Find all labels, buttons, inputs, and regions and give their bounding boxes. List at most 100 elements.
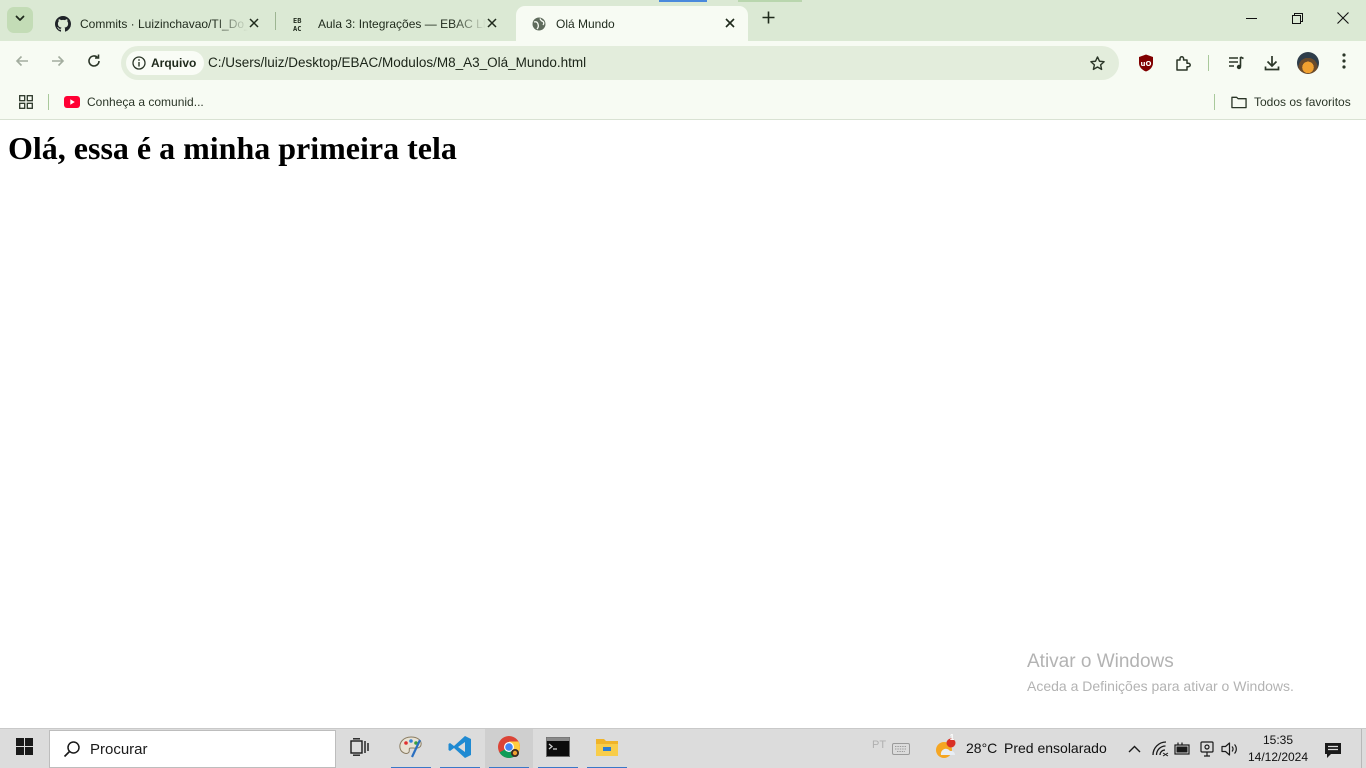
network-icon[interactable] xyxy=(1150,739,1170,759)
close-window-button[interactable] xyxy=(1320,0,1366,40)
svg-text:uO: uO xyxy=(1141,60,1152,68)
bookmark-label: Conheça a comunid... xyxy=(87,95,204,109)
taskbar-app-terminal[interactable] xyxy=(534,729,582,768)
youtube-icon xyxy=(64,94,80,110)
ublock-extension-icon[interactable]: uO xyxy=(1134,51,1158,75)
globe-icon xyxy=(530,15,548,33)
site-info-label: Arquivo xyxy=(151,56,197,70)
bookmarks-bar: Conheça a comunid... Todos os favoritos xyxy=(0,85,1366,120)
apps-grid-icon[interactable] xyxy=(16,92,36,112)
chrome-icon xyxy=(496,734,522,765)
reload-button[interactable] xyxy=(81,50,107,76)
task-view-button[interactable] xyxy=(336,729,384,768)
tab-title: Aula 3: Integrações — EBAC LMS xyxy=(318,16,486,31)
svg-text:EB: EB xyxy=(293,17,301,25)
watermark-subtitle: Aceda a Definições para ativar o Windows… xyxy=(1027,678,1294,694)
watermark-title: Ativar o Windows xyxy=(1027,651,1174,672)
paint-palette-icon xyxy=(398,735,424,764)
all-bookmarks-folder[interactable]: Todos os favoritos xyxy=(1225,90,1357,114)
battery-icon[interactable] xyxy=(1172,739,1192,759)
browser-toolbar: Arquivo C:/Users/luiz/Desktop/EBAC/Modul… xyxy=(0,41,1366,85)
close-icon[interactable] xyxy=(720,13,740,33)
restore-icon xyxy=(1291,11,1303,29)
url-text[interactable]: C:/Users/luiz/Desktop/EBAC/Modulos/M8_A3… xyxy=(208,46,586,80)
vscode-icon xyxy=(448,735,472,764)
weather-temperature[interactable]: 28°C xyxy=(966,740,997,756)
tab-title: Olá Mundo xyxy=(556,16,615,31)
start-button[interactable] xyxy=(0,729,48,768)
profile-avatar[interactable] xyxy=(1296,51,1320,75)
extensions-puzzle-icon[interactable] xyxy=(1171,51,1195,75)
notification-center-icon[interactable] xyxy=(1322,739,1344,761)
minimize-icon xyxy=(1245,11,1257,29)
taskbar-app-chrome[interactable] xyxy=(485,729,533,768)
taskbar-search-box[interactable]: Procurar xyxy=(49,730,336,768)
search-placeholder: Procurar xyxy=(90,740,148,758)
bookmarks-separator xyxy=(1214,94,1215,110)
close-icon xyxy=(1337,11,1349,29)
bookmark-youtube[interactable]: Conheça a comunid... xyxy=(58,90,210,114)
folder-icon xyxy=(595,737,619,762)
weather-alert-count: 1 xyxy=(949,733,955,742)
avatar-icon xyxy=(1297,52,1319,74)
device-icon[interactable] xyxy=(1197,739,1217,759)
taskbar-clock[interactable]: 15:35 14/12/2024 xyxy=(1244,732,1312,766)
close-icon[interactable] xyxy=(482,13,502,33)
reload-icon xyxy=(86,53,102,74)
page-heading: Olá, essa é a minha primeira tela xyxy=(8,130,457,166)
tab-ebac-lms[interactable]: EB AC Aula 3: Integrações — EBAC LMS xyxy=(278,6,510,41)
windows-taskbar: Procurar PT 1 28°C Pred ensolarado 15:35… xyxy=(0,728,1366,768)
new-tab-button[interactable] xyxy=(757,9,779,31)
ebac-icon: EB AC xyxy=(292,15,310,33)
tab-group-accent xyxy=(659,0,707,2)
all-bookmarks-label: Todos os favoritos xyxy=(1254,95,1351,109)
terminal-icon xyxy=(546,736,570,762)
close-icon[interactable] xyxy=(244,13,264,33)
minimize-button[interactable] xyxy=(1228,0,1274,40)
media-control-icon[interactable] xyxy=(1224,51,1248,75)
download-icon[interactable] xyxy=(1260,51,1284,75)
page-viewport: Olá, essa é a minha primeira tela Ativar… xyxy=(0,121,1366,728)
svg-text:AC: AC xyxy=(293,25,301,32)
tab-separator xyxy=(275,12,276,30)
restore-button[interactable] xyxy=(1274,0,1320,40)
arrow-right-icon xyxy=(50,53,66,74)
touch-keyboard-icon[interactable] xyxy=(891,739,911,759)
taskbar-app-paint[interactable] xyxy=(387,729,435,768)
browser-menu-button[interactable] xyxy=(1332,51,1356,75)
address-bar[interactable]: Arquivo C:/Users/luiz/Desktop/EBAC/Modul… xyxy=(121,46,1119,80)
task-view-icon xyxy=(350,737,370,761)
clock-date: 14/12/2024 xyxy=(1247,750,1309,764)
tab-ola-mundo[interactable]: Olá Mundo xyxy=(516,6,748,41)
show-desktop-button[interactable] xyxy=(1361,729,1366,768)
forward-button[interactable] xyxy=(45,50,71,76)
chevron-down-icon xyxy=(14,11,26,29)
arrow-left-icon xyxy=(14,53,30,74)
clock-time: 15:35 xyxy=(1262,733,1294,747)
github-icon xyxy=(54,15,72,33)
folder-icon xyxy=(1231,94,1247,110)
volume-icon[interactable] xyxy=(1220,739,1240,759)
taskbar-app-file-explorer[interactable] xyxy=(583,729,631,768)
site-info-chip[interactable]: Arquivo xyxy=(126,51,205,75)
tab-strip: Commits · Luizinchavao/TI_Do_Zero EBAC A… xyxy=(0,0,1366,41)
search-icon xyxy=(62,739,82,759)
taskbar-app-vscode[interactable] xyxy=(436,729,484,768)
weather-widget-icon[interactable] xyxy=(934,738,958,759)
windows-activation-watermark: Ativar o Windows Aceda a Definições para… xyxy=(1027,651,1294,697)
bookmarks-separator xyxy=(48,94,49,110)
weather-description[interactable]: Pred ensolarado xyxy=(1004,740,1107,756)
chevron-up-icon[interactable] xyxy=(1124,739,1144,759)
info-icon xyxy=(132,56,146,70)
windows-logo-icon xyxy=(15,738,33,760)
more-vertical-icon xyxy=(1342,52,1346,74)
tab-title: Commits · Luizinchavao/TI_Do_Zero xyxy=(80,16,248,31)
back-button[interactable] xyxy=(9,50,35,76)
tab-group-accent xyxy=(738,0,802,2)
bookmark-star-icon[interactable] xyxy=(1087,53,1107,73)
tab-github-commits[interactable]: Commits · Luizinchavao/TI_Do_Zero xyxy=(40,6,272,41)
toolbar-separator xyxy=(1208,55,1209,71)
plus-icon xyxy=(762,11,775,29)
tab-search-button[interactable] xyxy=(7,7,33,33)
input-language-indicator[interactable]: PT xyxy=(872,739,886,751)
